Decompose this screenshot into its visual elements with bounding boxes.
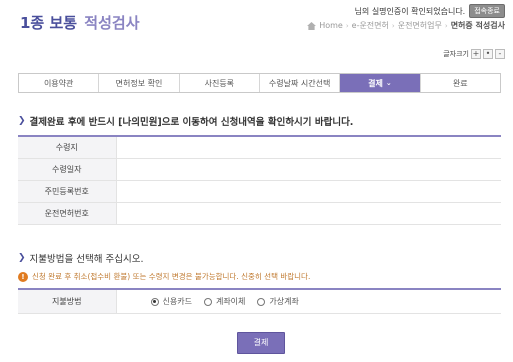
breadcrumb-license-work[interactable]: 운전면허업무 — [398, 20, 442, 31]
table-row: 수령지 — [18, 136, 501, 159]
chevron-right-icon: › — [345, 21, 349, 30]
font-size-label: 글자크기 — [443, 50, 469, 58]
breadcrumb-e-license[interactable]: e-운전면허 — [352, 20, 389, 31]
payment-method-options: 신용카드 계좌이체 가상계좌 — [116, 289, 501, 314]
row-value-receipt-date — [116, 158, 501, 181]
payment-warning: ! 신청 완료 후 취소(접수비 환불) 또는 수령지 변경은 불가능합니다. … — [18, 271, 310, 282]
font-size-control: 글자크기 + • - — [443, 49, 505, 59]
arrow-right-icon: ❯ — [18, 116, 26, 126]
home-icon — [307, 21, 317, 30]
row-label-license-number: 운전면허번호 — [18, 202, 117, 225]
step-payment[interactable]: 결제 ⌄ — [340, 74, 421, 92]
radio-bank-transfer[interactable]: 계좌이체 — [203, 296, 246, 307]
radio-label: 계좌이체 — [215, 297, 246, 306]
application-info-table: 수령지 수령일자 주민등록번호 운전면허번호 — [18, 135, 501, 225]
font-size-reset-button[interactable]: • — [483, 49, 493, 59]
row-label-receipt-date: 수령일자 — [18, 158, 117, 181]
payment-method-table: 지불방법 신용카드 계좌이체 가상계좌 — [18, 288, 501, 314]
page-title: 1종 보통 적성검사 — [20, 12, 140, 33]
payment-heading-text: 지불방법을 선택해 주십시오. — [29, 254, 144, 265]
step-label: 이용약관 — [43, 78, 74, 88]
font-size-decrease-button[interactable]: - — [495, 49, 505, 59]
radio-button[interactable] — [257, 297, 266, 306]
font-size-increase-button[interactable]: + — [471, 49, 481, 59]
payment-submit-button[interactable]: 결제 — [237, 332, 285, 354]
step-label: 면허정보 확인 — [115, 78, 163, 88]
row-value-receipt-place — [116, 136, 501, 159]
row-value-license-number — [116, 202, 501, 225]
page-title-sub: 적성검사 — [84, 14, 140, 32]
step-photo[interactable]: 사진등록 — [180, 74, 260, 92]
payment-warning-text: 신청 완료 후 취소(접수비 환불) 또는 수령지 변경은 불가능합니다. 신중… — [32, 272, 311, 281]
breadcrumb-current: 면허증 적성검사 — [450, 21, 505, 30]
logout-button[interactable]: 접속종료 — [469, 4, 505, 18]
notice-text: 결제완료 후에 반드시 [나의민원]으로 이동하여 신청내역을 확인하시기 바랍… — [29, 117, 354, 128]
payment-method-label: 지불방법 — [18, 289, 117, 314]
radio-credit-card[interactable]: 신용카드 — [150, 296, 192, 307]
step-complete[interactable]: 완료 — [421, 74, 500, 92]
step-terms[interactable]: 이용약관 — [19, 74, 100, 92]
warning-icon: ! — [18, 271, 28, 282]
step-label: 사진등록 — [204, 78, 235, 88]
payment-heading: ❯ 지불방법을 선택해 주십시오. — [18, 251, 144, 265]
table-row: 운전면허번호 — [18, 202, 501, 225]
row-label-receipt-place: 수령지 — [18, 136, 117, 159]
radio-button[interactable] — [203, 297, 212, 306]
chevron-right-icon: › — [444, 21, 448, 30]
login-message: 님의 실명인증이 확인되었습니다. — [354, 6, 466, 16]
step-navigation: 이용약관 면허정보 확인 사진등록 수령날짜 시간선택 결제 ⌄ 완료 — [18, 73, 501, 93]
radio-label: 가상계좌 — [269, 297, 299, 306]
chevron-right-icon: › — [391, 21, 395, 30]
login-bar: 님의 실명인증이 확인되었습니다. 접속종료 — [355, 4, 505, 18]
breadcrumb-home[interactable]: Home — [319, 21, 343, 30]
breadcrumb: Home › e-운전면허 › 운전면허업무 › 면허증 적성검사 — [307, 20, 505, 31]
row-value-resident-number — [116, 180, 501, 203]
arrow-right-icon: ❯ — [18, 253, 26, 263]
table-row: 수령일자 — [18, 158, 501, 181]
step-license-info[interactable]: 면허정보 확인 — [99, 74, 180, 92]
radio-virtual-account[interactable]: 가상계좌 — [257, 296, 299, 307]
step-label: 결제 — [368, 78, 383, 88]
table-row: 지불방법 신용카드 계좌이체 가상계좌 — [18, 289, 501, 314]
step-label: 완료 — [452, 78, 468, 88]
step-receipt-time[interactable]: 수령날짜 시간선택 — [260, 74, 341, 92]
step-label: 수령날짜 시간선택 — [268, 78, 331, 88]
notice-heading: ❯ 결제완료 후에 반드시 [나의민원]으로 이동하여 신청내역을 확인하시기 … — [18, 114, 353, 128]
table-row: 주민등록번호 — [18, 180, 501, 203]
radio-label: 신용카드 — [162, 297, 192, 306]
row-label-resident-number: 주민등록번호 — [18, 180, 117, 203]
chevron-down-icon: ⌄ — [385, 79, 392, 87]
radio-button[interactable] — [150, 297, 159, 306]
page-title-main: 1종 보통 — [20, 14, 78, 32]
